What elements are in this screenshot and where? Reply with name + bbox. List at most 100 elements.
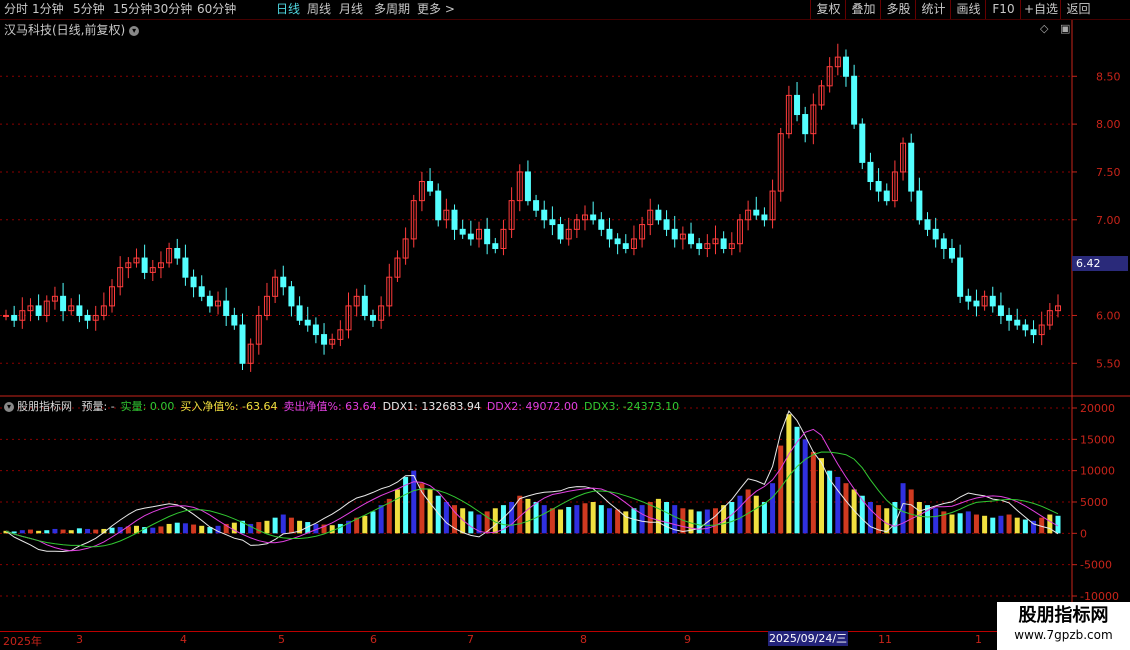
indicator-value-4: DDX1: 132683.94 bbox=[382, 400, 481, 413]
candle-body-1 bbox=[11, 314, 18, 321]
candle-body-39 bbox=[321, 334, 328, 345]
indicator-bar-45 bbox=[370, 511, 376, 534]
price-label-5: 5.50 bbox=[1096, 357, 1121, 370]
candle-body-122 bbox=[997, 305, 1004, 316]
candle-body-25 bbox=[206, 295, 213, 307]
candle-body-57 bbox=[467, 233, 474, 240]
candle-body-64 bbox=[524, 171, 531, 202]
candle-body-21 bbox=[174, 247, 181, 259]
indicator-bar-6 bbox=[52, 528, 58, 534]
selected-date: 2025/09/24/三 bbox=[768, 631, 848, 646]
candle-body-124 bbox=[1014, 319, 1021, 326]
indicator-bar-20 bbox=[166, 523, 172, 534]
candle-body-111 bbox=[908, 142, 915, 192]
candle-body-38 bbox=[312, 324, 319, 336]
candle-body-104 bbox=[851, 75, 858, 125]
indicator-bar-46 bbox=[378, 505, 384, 534]
date-label-3: 5 bbox=[278, 633, 285, 646]
candle-body-114 bbox=[932, 228, 939, 240]
candle-body-4 bbox=[35, 305, 42, 316]
candle-body-106 bbox=[867, 161, 874, 183]
date-axis: 2025年 3 4 5 6 7 8 9 11 1 bbox=[0, 631, 1073, 648]
candle-body-56 bbox=[459, 228, 466, 235]
indicator-dropdown-icon[interactable]: ▾ bbox=[4, 402, 14, 412]
candle-body-55 bbox=[451, 209, 458, 230]
watermark: 股朋指标网 www.7gpzb.com bbox=[997, 602, 1130, 650]
candle-body-68 bbox=[557, 224, 564, 240]
date-label-0: 2025年 bbox=[3, 635, 42, 648]
candle-body-117 bbox=[957, 257, 964, 297]
date-label-8: 11 bbox=[878, 633, 892, 646]
indicator-bar-69 bbox=[566, 507, 572, 534]
indicator-value-2: 买入净值%: -63.64 bbox=[180, 400, 278, 413]
candle-body-60 bbox=[492, 243, 499, 249]
candle-body-98 bbox=[802, 114, 809, 135]
indicator-bar-53 bbox=[435, 495, 441, 534]
candle-body-45 bbox=[369, 314, 376, 321]
indicator-bar-93 bbox=[761, 502, 767, 534]
indicator-value-5: DDX2: 49072.00 bbox=[486, 400, 578, 413]
indicator-bar-52 bbox=[427, 489, 433, 534]
candle-body-34 bbox=[280, 276, 287, 288]
indicator-bar-21 bbox=[174, 522, 180, 534]
ind-label-1: 15000 bbox=[1080, 433, 1115, 446]
indicator-bar-74 bbox=[606, 508, 612, 534]
indicator-bar-94 bbox=[770, 483, 776, 534]
price-label-2: 7.50 bbox=[1096, 166, 1121, 179]
indicator-bar-125 bbox=[1022, 519, 1028, 534]
indicator-bar-73 bbox=[598, 505, 604, 534]
indicator-bar-10 bbox=[85, 528, 91, 534]
candle-body-103 bbox=[842, 56, 849, 77]
candle-body-44 bbox=[361, 295, 368, 316]
candle-body-88 bbox=[720, 238, 727, 249]
price-label-0: 8.50 bbox=[1096, 70, 1121, 83]
candle-body-113 bbox=[924, 219, 931, 230]
candle-body-112 bbox=[916, 190, 923, 221]
candle-body-59 bbox=[484, 228, 491, 245]
indicator-bar-3 bbox=[27, 529, 33, 534]
indicator-name: 股朋指标网 bbox=[17, 400, 72, 413]
indicator-bar-23 bbox=[191, 524, 197, 534]
candle-body-107 bbox=[875, 181, 882, 192]
indicator-bar-54 bbox=[443, 502, 449, 534]
indicator-bar-124 bbox=[1014, 517, 1020, 534]
indicator-bar-81 bbox=[664, 502, 670, 534]
indicator-bar-7 bbox=[60, 529, 66, 534]
ind-label-4: 0 bbox=[1080, 527, 1087, 540]
indicator-bar-118 bbox=[965, 511, 971, 534]
indicator-bar-112 bbox=[916, 502, 922, 534]
indicator-bar-57 bbox=[468, 511, 474, 534]
candle-body-22 bbox=[182, 257, 189, 278]
candle-body-81 bbox=[663, 219, 670, 230]
indicator-bar-64 bbox=[525, 498, 531, 534]
indicator-value-1: 实量: 0.00 bbox=[120, 400, 175, 413]
indicator-bar-35 bbox=[288, 517, 294, 534]
indicator-bar-119 bbox=[973, 514, 979, 534]
indicator-bar-44 bbox=[362, 515, 368, 534]
indicator-bar-67 bbox=[549, 508, 555, 534]
ind-label-5: -5000 bbox=[1080, 559, 1112, 572]
candle-body-27 bbox=[223, 300, 230, 316]
indicator-bar-71 bbox=[582, 503, 588, 534]
indicator-bar-117 bbox=[957, 513, 963, 534]
indicator-bar-28 bbox=[231, 522, 237, 534]
candle-body-29 bbox=[239, 324, 246, 364]
indicator-bar-106 bbox=[867, 502, 873, 534]
candle-body-97 bbox=[794, 94, 801, 116]
indicator-bar-51 bbox=[419, 483, 425, 534]
indicator-bar-109 bbox=[892, 502, 898, 534]
indicator-bar-77 bbox=[631, 508, 637, 534]
candle-body-65 bbox=[533, 200, 540, 211]
candle-body-36 bbox=[296, 305, 303, 321]
indicator-bar-40 bbox=[329, 525, 335, 534]
indicator-bar-5 bbox=[44, 530, 50, 534]
indicator-bar-98 bbox=[802, 439, 808, 534]
indicator-bar-9 bbox=[76, 528, 82, 534]
date-label-4: 6 bbox=[370, 633, 377, 646]
indicator-bar-87 bbox=[712, 508, 718, 534]
candle-body-82 bbox=[671, 228, 678, 240]
indicator-bar-123 bbox=[1006, 514, 1012, 534]
watermark-url: www.7gpzb.com bbox=[1014, 628, 1113, 642]
candle-body-23 bbox=[190, 276, 197, 288]
indicator-bar-22 bbox=[182, 523, 188, 534]
